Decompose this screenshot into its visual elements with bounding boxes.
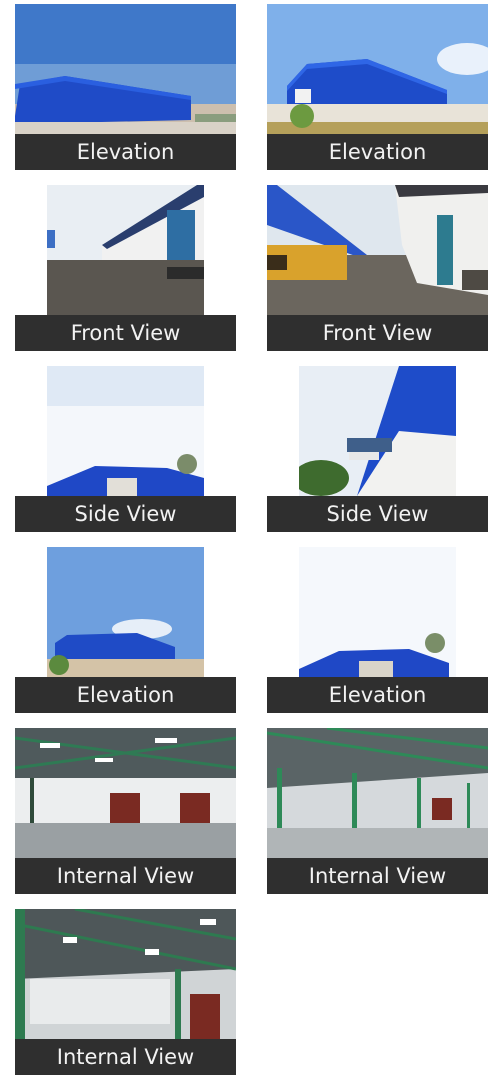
photo-caption: Internal View [15,858,236,894]
gallery-item[interactable]: Elevation [15,4,236,170]
gallery-item[interactable]: Side View [15,366,236,532]
warehouse-front-view-photo[interactable] [267,185,488,315]
warehouse-internal-view-photo[interactable] [15,909,236,1039]
photo-caption: Elevation [267,677,488,713]
warehouse-elevation-photo[interactable] [15,4,236,134]
warehouse-side-view-photo[interactable] [299,366,456,496]
gallery-item[interactable]: Internal View [267,728,488,894]
gallery-item[interactable]: Front View [15,185,236,351]
warehouse-internal-view-photo[interactable] [267,728,488,858]
photo-caption: Side View [15,496,236,532]
gallery-item[interactable]: Elevation [15,547,236,713]
photo-caption: Front View [267,315,488,351]
warehouse-side-view-photo[interactable] [47,366,204,496]
photo-caption: Elevation [267,134,488,170]
gallery-item[interactable]: Internal View [15,728,236,894]
photo-caption: Internal View [267,858,488,894]
gallery-item[interactable]: Side View [267,366,488,532]
warehouse-internal-view-photo[interactable] [15,728,236,858]
gallery-item[interactable]: Elevation [267,4,488,170]
gallery-item[interactable]: Internal View [15,909,236,1075]
warehouse-front-view-photo[interactable] [47,185,204,315]
photo-caption: Elevation [15,134,236,170]
gallery-item[interactable]: Front View [267,185,488,351]
gallery-item[interactable]: Elevation [267,547,488,713]
photo-caption: Front View [15,315,236,351]
warehouse-elevation-photo[interactable] [299,547,456,677]
photo-caption: Side View [267,496,488,532]
warehouse-elevation-photo[interactable] [47,547,204,677]
warehouse-elevation-photo[interactable] [267,4,488,134]
photo-caption: Elevation [15,677,236,713]
